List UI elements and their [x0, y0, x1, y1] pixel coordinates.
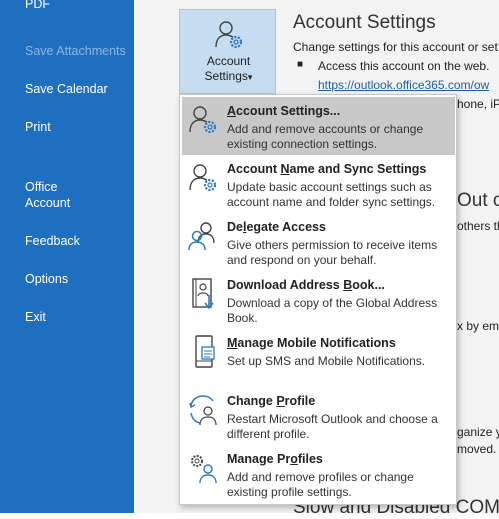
outlook-web-link[interactable]: https://outlook.office365.com/ow: [318, 78, 489, 92]
access-key: B: [343, 278, 353, 292]
change-profile-icon: [189, 395, 217, 426]
sidebar-item-save-attachments[interactable]: Save Attachments: [25, 43, 126, 59]
menu-item-title: Delegate Access: [227, 220, 326, 234]
account-settings-icon: [189, 106, 217, 134]
partial-text-x-by: x by em: [457, 319, 499, 333]
delegate-access-icon: [188, 222, 215, 251]
menu-item-title: Download Address Book...: [227, 278, 385, 292]
account-settings-button[interactable]: Account Settings▾: [179, 9, 276, 94]
download-address-book-icon: [192, 278, 214, 310]
manage-profiles-icon: [191, 455, 217, 484]
sidebar-item-options[interactable]: Options: [25, 271, 68, 287]
sidebar-item-save-calendar[interactable]: Save Calendar: [25, 81, 108, 97]
menu-item-manage-mobile-notifications[interactable]: Manage Mobile Notifications Set up SMS a…: [182, 329, 455, 387]
access-key: A: [227, 104, 237, 118]
menu-item-change-profile[interactable]: Change Profile Restart Microsoft Outlook…: [182, 387, 455, 445]
sidebar-partial-item[interactable]: PDF: [25, 0, 50, 12]
menu-item-description: Add and remove profiles or change existi…: [227, 470, 414, 499]
menu-item-title: Manage Mobile Notifications: [227, 336, 396, 350]
partial-text-moved: moved.: [457, 442, 497, 456]
account-settings-dropdown: Account Settings... Add and remove accou…: [179, 94, 457, 505]
menu-item-download-address-book[interactable]: Download Address Book... Download a copy…: [182, 271, 455, 329]
access-key: N: [280, 162, 290, 176]
bullet-marker: ■: [297, 59, 304, 70]
sidebar-item-print[interactable]: Print: [25, 119, 51, 135]
menu-item-title: Account Settings...: [227, 104, 341, 118]
menu-item-title: Change Profile: [227, 394, 316, 408]
panel-description: Change settings for this account or set: [293, 40, 498, 54]
account-settings-icon: [215, 21, 243, 49]
bullet-text: Access this account on the web.: [318, 59, 490, 73]
partial-text-others: others th: [457, 219, 499, 233]
access-key: o: [290, 452, 298, 466]
menu-item-title: Manage Profiles: [227, 452, 323, 466]
partial-heading-out-of-office: Out of: [457, 190, 499, 211]
access-key: P: [276, 394, 285, 408]
menu-item-description: Download a copy of the Global Address Bo…: [227, 296, 438, 325]
mobile-notifications-icon: [195, 335, 215, 368]
menu-item-description: Give others permission to receive items …: [227, 238, 438, 267]
menu-item-description: Update basic account settings such as ac…: [227, 180, 436, 209]
sidebar-item-office-account[interactable]: Office Account: [25, 179, 70, 211]
menu-item-title: Account Name and Sync Settings: [227, 162, 427, 176]
sidebar-item-exit[interactable]: Exit: [25, 309, 46, 325]
access-key: l: [242, 220, 247, 234]
account-settings-button-label: Account Settings▾: [204, 54, 253, 83]
partial-text-ganize: ganize yo: [457, 425, 499, 439]
menu-item-manage-profiles[interactable]: Manage Profiles Add and remove profiles …: [182, 445, 455, 503]
sidebar-item-feedback[interactable]: Feedback: [25, 233, 80, 249]
access-key: M: [227, 336, 238, 350]
page-title: Account Settings: [293, 12, 436, 33]
menu-item-account-name-sync[interactable]: Account Name and Sync Settings Update ba…: [182, 155, 455, 213]
menu-item-description: Set up SMS and Mobile Notifications.: [227, 354, 426, 368]
menu-item-account-settings[interactable]: Account Settings... Add and remove accou…: [182, 97, 455, 155]
menu-item-delegate-access[interactable]: Delegate Access Give others permission t…: [182, 213, 455, 271]
menu-item-description: Restart Microsoft Outlook and choose a d…: [227, 412, 438, 441]
backstage-sidebar: PDF Save Attachments Save Calendar Print…: [0, 0, 134, 513]
menu-item-description: Add and remove accounts or change existi…: [227, 122, 424, 151]
partial-text-phone: hone, iP: [457, 97, 499, 111]
account-sync-icon: [189, 164, 217, 192]
